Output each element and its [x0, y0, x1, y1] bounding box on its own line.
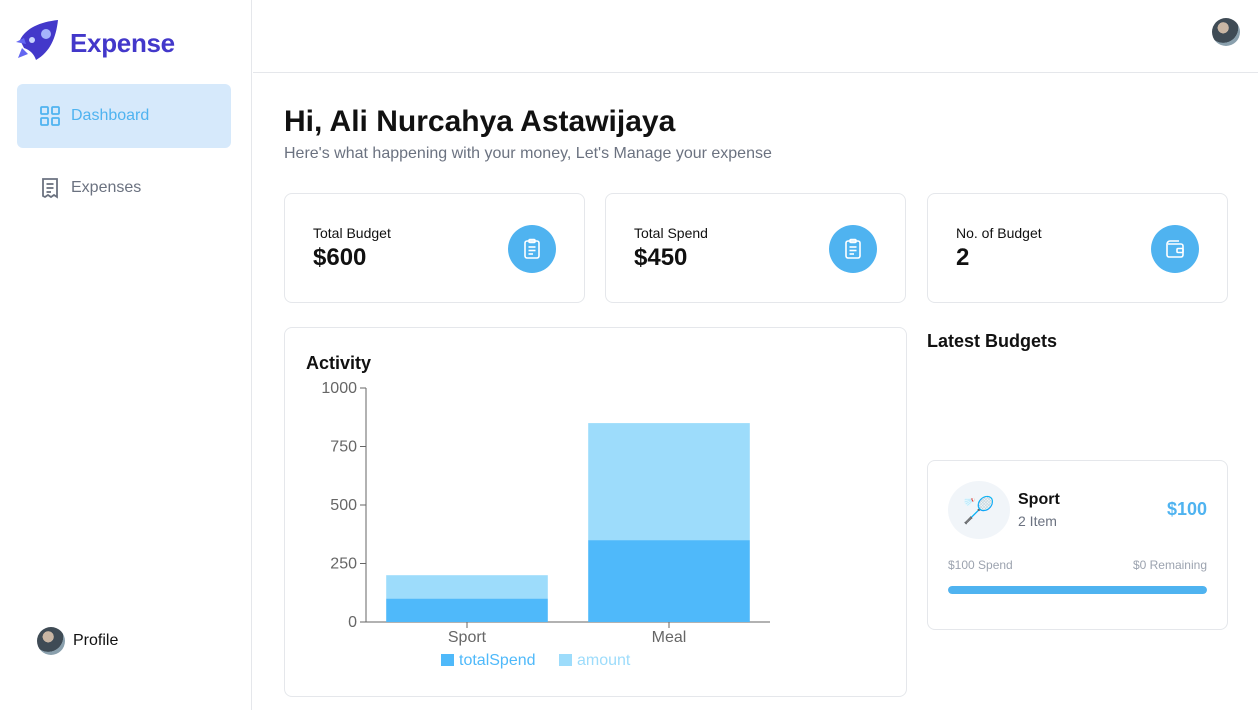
activity-chart: 0 250 500 750 1000 Sport Meal totalSpend amount: [321, 380, 770, 669]
y-tick-label: 250: [330, 556, 357, 573]
budget-amount: $100: [1166, 499, 1207, 519]
y-tick-label: 0: [348, 614, 357, 631]
rocket-logo-icon: [16, 18, 64, 69]
sidebar-item-expenses[interactable]: Expenses: [17, 156, 231, 220]
latest-budgets-title: Latest Budgets: [927, 331, 1058, 351]
stat-card-total-spend: Total Spend $450: [605, 193, 906, 303]
stat-value: $600: [313, 244, 367, 271]
legend-label-amount: amount: [577, 652, 631, 669]
legend-swatch-amount: [559, 654, 572, 666]
page-subtitle: Here's what happening with your money, L…: [284, 145, 772, 162]
stat-card-budget-count: No. of Budget 2: [927, 193, 1228, 303]
budget-item-count: 2 Item: [1018, 513, 1057, 529]
legend-swatch-totalSpend: [441, 654, 454, 666]
bar-amount-meal: [588, 423, 750, 541]
page-title: Hi, Ali Nurcahya Astawijaya: [284, 105, 676, 138]
profile-label: Profile: [73, 632, 119, 649]
y-tick-label: 750: [330, 439, 357, 456]
x-tick-label: Sport: [448, 629, 487, 646]
wallet-icon: [1151, 225, 1199, 273]
topbar: [253, 0, 1258, 73]
budget-progress-track: [948, 586, 1207, 594]
avatar: [37, 627, 65, 655]
receipt-icon: [39, 177, 61, 199]
bar-totalSpend-meal: [588, 540, 750, 622]
brand-name: Expense: [70, 28, 175, 58]
stat-value: $450: [634, 244, 688, 271]
bar-amount-sport: [386, 575, 548, 599]
activity-card: Activity 0 250 500 750 1000 Sport Meal totalSpe…: [284, 327, 907, 697]
profile-link[interactable]: Profile: [37, 627, 118, 655]
sidebar-item-dashboard[interactable]: Dashboard: [17, 84, 231, 148]
stat-label: No. of Budget: [956, 225, 1042, 241]
budget-progress-fill: [948, 586, 1207, 594]
y-tick-label: 500: [330, 497, 357, 514]
stat-card-total-budget: Total Budget $600: [284, 193, 585, 303]
sidebar: Expense Dashboard Expenses Profile: [0, 0, 252, 710]
stat-value: 2: [956, 244, 970, 271]
sidebar-item-label: Expenses: [71, 179, 142, 196]
budget-remaining-label: $0 Remaining: [1132, 558, 1207, 572]
badminton-racket-icon: 🏸: [948, 481, 1010, 539]
clipboard-icon: [829, 225, 877, 273]
bar-totalSpend-sport: [386, 598, 548, 622]
stat-label: Total Spend: [634, 225, 708, 241]
budget-spend-label: $100 Spend: [948, 558, 1013, 572]
grid-icon: [39, 105, 61, 127]
clipboard-icon: [508, 225, 556, 273]
brand-logo[interactable]: Expense: [16, 18, 175, 69]
legend-label-totalSpend: totalSpend: [459, 652, 536, 669]
x-tick-label: Meal: [652, 629, 687, 646]
budget-card-sport[interactable]: 🏸 Sport 2 Item $100 $100 Spend $0 Remain…: [927, 460, 1228, 630]
y-tick-label: 1000: [321, 380, 357, 397]
budget-name: Sport: [1018, 491, 1060, 508]
stat-label: Total Budget: [313, 225, 391, 241]
user-avatar-button[interactable]: [1212, 18, 1240, 46]
sidebar-item-label: Dashboard: [71, 107, 150, 124]
